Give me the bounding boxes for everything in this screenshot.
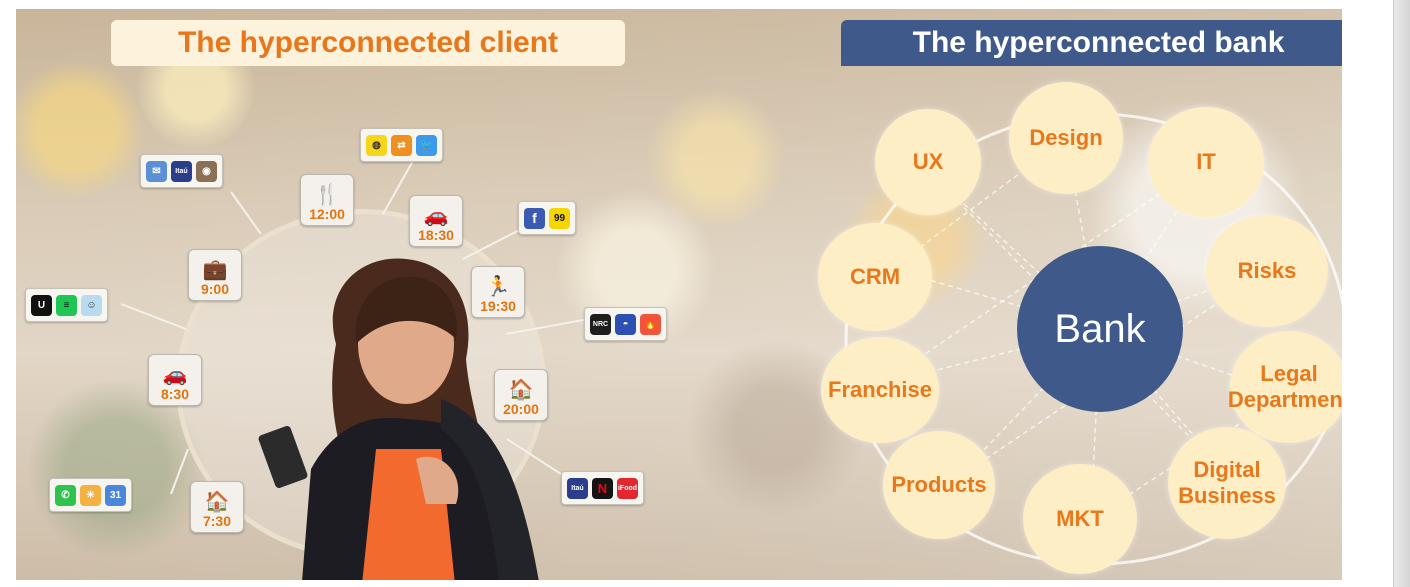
- department-bubble-it: IT: [1148, 107, 1264, 217]
- app-group-whatsapp-weather-calendar: ✆ ☀ 31: [49, 478, 132, 512]
- app-group-snapchat-transfer-twitter: ◍ ⇄ 🐦: [360, 128, 443, 162]
- department-bubble-mkt: MKT: [1023, 464, 1137, 574]
- department-bubble-products: Products: [883, 431, 995, 539]
- itau-icon: Itaú: [567, 477, 588, 499]
- weather-icon: ☀: [80, 484, 101, 506]
- snapchat-icon: ◍: [366, 134, 387, 156]
- time-tile-home-morning: 🏠 7:30: [190, 481, 244, 533]
- time-label: 18:30: [418, 227, 454, 243]
- bank-hub: Bank: [1017, 246, 1183, 412]
- app-group-mail-itau-instagram: ✉ Itaú ◉: [140, 154, 223, 188]
- infographic-canvas: The hyperconnected client The hyperconne…: [16, 9, 1342, 580]
- nike-run-club-icon: NRC: [590, 313, 611, 335]
- department-bubble-digital-business: Digital Business: [1168, 427, 1286, 539]
- runner-icon: 🏃: [485, 276, 511, 298]
- instagram-icon: ◉: [196, 160, 217, 182]
- time-tile-commute-morning: 🚗 8:30: [148, 354, 202, 406]
- facebook-icon: f: [524, 207, 545, 229]
- bank-section-title: The hyperconnected bank: [841, 20, 1342, 66]
- transfer-icon: ⇄: [391, 134, 412, 156]
- department-bubble-crm: CRM: [818, 223, 932, 331]
- itau-icon: Itaú: [171, 160, 192, 182]
- whatsapp-icon: ✆: [55, 484, 76, 506]
- app-group-nrc-pokeball-tinder: NRC ◓ 🔥: [584, 307, 667, 341]
- 99-taxi-icon: 99: [549, 207, 570, 229]
- house-icon: 🏠: [508, 379, 534, 401]
- slide-panel-edge: [1393, 0, 1410, 587]
- app-group-uber-spotify-waze: U ≡ ☺: [25, 288, 108, 322]
- department-bubble-design: Design: [1009, 82, 1123, 194]
- department-bubble-risks: Risks: [1206, 215, 1328, 327]
- spotify-icon: ≡: [56, 294, 77, 316]
- client-section-title: The hyperconnected client: [111, 20, 625, 66]
- twitter-icon: 🐦: [416, 134, 437, 156]
- app-group-itau-netflix-ifood: Itaú N iFood: [561, 471, 644, 505]
- ifood-icon: iFood: [617, 477, 638, 499]
- department-bubble-franchise: Franchise: [821, 337, 939, 443]
- car-icon: 🚗: [423, 205, 449, 227]
- time-tile-lunch: 🍴 12:00: [300, 174, 354, 226]
- time-label: 12:00: [309, 206, 345, 222]
- uber-icon: U: [31, 294, 52, 316]
- app-group-facebook-99: f 99: [518, 201, 576, 235]
- briefcase-icon: 💼: [202, 259, 228, 281]
- netflix-icon: N: [592, 477, 613, 499]
- time-tile-work: 💼 9:00: [188, 249, 242, 301]
- time-tile-commute-evening: 🚗 18:30: [409, 195, 463, 247]
- time-tile-exercise: 🏃 19:30: [471, 266, 525, 318]
- tinder-icon: 🔥: [640, 313, 661, 335]
- time-label: 9:00: [200, 281, 230, 297]
- time-label: 20:00: [503, 401, 539, 417]
- time-label: 19:30: [480, 298, 516, 314]
- department-bubble-legal-department: Legal Department: [1228, 331, 1342, 443]
- house-icon: 🏠: [204, 491, 230, 513]
- mail-icon: ✉: [146, 160, 167, 182]
- department-bubble-ux: UX: [875, 109, 981, 215]
- calendar-icon: 31: [105, 484, 126, 506]
- restaurant-icon: 🍴: [314, 184, 340, 206]
- pokemon-go-icon: ◓: [615, 313, 636, 335]
- waze-icon: ☺: [81, 294, 102, 316]
- car-icon: 🚗: [162, 364, 188, 386]
- time-label: 7:30: [202, 513, 232, 529]
- time-label: 8:30: [160, 386, 190, 402]
- time-tile-home-evening: 🏠 20:00: [494, 369, 548, 421]
